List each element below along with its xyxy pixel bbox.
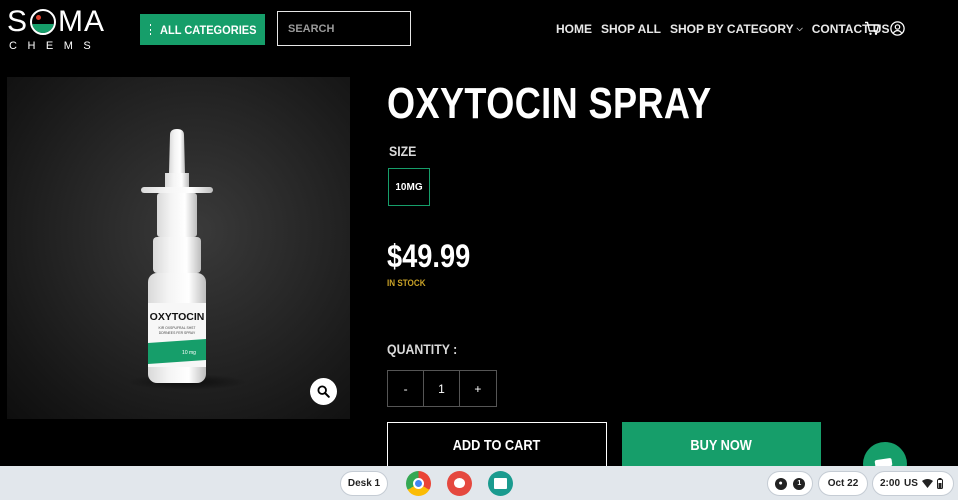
wifi-icon xyxy=(921,479,933,488)
chrome-icon[interactable] xyxy=(406,471,431,496)
buy-now-button[interactable]: BUY NOW xyxy=(622,422,821,468)
do-not-disturb-icon: ● xyxy=(774,477,787,490)
size-label: SIZE xyxy=(389,143,417,159)
logo-letters-ma: MA xyxy=(58,5,106,38)
quantity-label: QUANTITY : xyxy=(387,341,458,357)
cart-icon[interactable] xyxy=(864,21,880,36)
menu-icon xyxy=(150,24,152,35)
chevron-down-icon: ⌵ xyxy=(796,24,803,33)
nav-home[interactable]: HOME xyxy=(556,22,592,36)
all-categories-label: ALL CATEGORIES xyxy=(160,22,257,37)
clock-time: 2:00 xyxy=(880,478,901,489)
bottle-label-name: OXYTOCIN xyxy=(150,311,205,323)
product-image[interactable]: OXYTOCIN KIR OXSPUFRAL SHST DDRNEES FER … xyxy=(7,77,350,419)
notification-count: 1 xyxy=(793,477,806,490)
zoom-button[interactable] xyxy=(310,378,337,405)
product-title: OXYTOCIN SPRAY xyxy=(387,79,712,128)
search-input[interactable] xyxy=(278,12,410,45)
buy-now-label: BUY NOW xyxy=(690,436,753,454)
locale-label: US xyxy=(904,478,918,489)
soma-chems-logo[interactable]: S MA CHEMS xyxy=(7,6,123,54)
battery-icon xyxy=(936,478,943,489)
nav-shop-by-category[interactable]: SHOP BY CATEGORY ⌵ xyxy=(670,22,803,36)
quantity-increase-button[interactable]: + xyxy=(460,371,496,406)
status-tray[interactable]: 2:00 US xyxy=(872,471,954,496)
bottle-label-line1: KIR OXSPUFRAL SHST xyxy=(159,326,196,330)
account-icon[interactable] xyxy=(890,21,905,36)
product-price: $49.99 xyxy=(387,238,471,274)
os-shelf: Desk 1 ● 1 Oct 22 2:00 US xyxy=(0,466,958,500)
size-option-10mg[interactable]: 10MG xyxy=(388,168,430,206)
add-to-cart-button[interactable]: ADD TO CART xyxy=(387,422,607,468)
bottle-label-line2: DDRNEES FER SPRAY xyxy=(159,331,196,335)
logo-globe-icon xyxy=(30,9,57,35)
stock-status: IN STOCK xyxy=(387,278,426,288)
main-nav: HOME SHOP ALL SHOP BY CATEGORY ⌵ CONTACT… xyxy=(556,20,898,38)
nav-shop-all[interactable]: SHOP ALL xyxy=(601,22,661,36)
nav-shop-by-category-label: SHOP BY CATEGORY xyxy=(670,22,794,36)
quantity-value[interactable]: 1 xyxy=(424,371,460,406)
desk-switcher[interactable]: Desk 1 xyxy=(340,471,388,496)
classroom-icon[interactable] xyxy=(488,471,513,496)
magnifier-icon xyxy=(317,385,330,398)
oxytocin-bottle-image: OXYTOCIN KIR OXSPUFRAL SHST DDRNEES FER … xyxy=(127,129,247,390)
add-to-cart-label: ADD TO CART xyxy=(453,436,541,454)
search-box[interactable] xyxy=(277,11,411,46)
logo-subtitle: CHEMS xyxy=(9,40,102,52)
all-categories-button[interactable]: ALL CATEGORIES xyxy=(140,14,265,45)
logo-letter-s: S xyxy=(7,5,29,38)
palette-icon[interactable] xyxy=(447,471,472,496)
quantity-stepper: - 1 + xyxy=(387,370,497,407)
site-header: S MA CHEMS ALL CATEGORIES HOME SHOP ALL … xyxy=(0,0,958,60)
notification-tray[interactable]: ● 1 xyxy=(767,471,813,496)
date-chip[interactable]: Oct 22 xyxy=(818,471,868,496)
quantity-decrease-button[interactable]: - xyxy=(388,371,425,406)
bottle-label-dose: 10 mg xyxy=(182,350,196,356)
